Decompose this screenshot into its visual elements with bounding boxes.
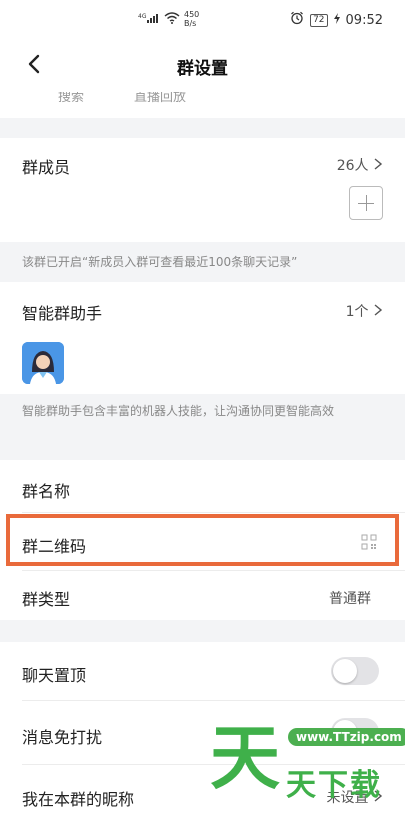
members-label: 群成员 bbox=[22, 158, 71, 177]
battery-icon: 72 bbox=[310, 13, 328, 27]
svg-text:4G: 4G bbox=[138, 13, 147, 20]
assistant-count[interactable]: 1个 bbox=[346, 301, 383, 321]
status-bar: 4G 450 B/s 72 09:52 bbox=[0, 0, 405, 40]
partial-row-left: 搜索 bbox=[58, 92, 85, 105]
group-type-value: 普通群 bbox=[329, 591, 371, 607]
page-title: 群设置 bbox=[177, 59, 228, 79]
divider bbox=[22, 512, 405, 513]
chevron-right-icon bbox=[373, 304, 383, 320]
net-speed: 450 B/s bbox=[184, 10, 199, 28]
pin-chat-row[interactable]: 聊天置顶 bbox=[0, 642, 405, 700]
watermark-url: www.TTzip.com bbox=[288, 728, 405, 746]
status-right: 72 09:52 bbox=[290, 11, 383, 29]
watermark-big-char: 天 bbox=[210, 717, 280, 799]
signal-icon: 4G bbox=[138, 12, 160, 27]
highlight-box bbox=[6, 514, 399, 566]
assistant-avatar[interactable] bbox=[22, 342, 64, 384]
divider bbox=[22, 700, 405, 701]
pin-chat-label: 聊天置顶 bbox=[22, 666, 87, 685]
assistant-note: 智能群助手包含丰富的机器人技能，让沟通协同更智能高效 bbox=[0, 398, 405, 444]
watermark: 天 www.TTzip.com 天下载 bbox=[210, 718, 405, 814]
members-note: 该群已开启“新成员入群可查看最近100条聊天记录” bbox=[0, 248, 405, 278]
add-member-button[interactable] bbox=[349, 186, 383, 220]
net-speed-value: 450 bbox=[184, 10, 200, 19]
group-name-label: 群名称 bbox=[22, 482, 71, 501]
group-type-label: 群类型 bbox=[22, 590, 71, 609]
members-section[interactable]: 群成员 26人 bbox=[0, 138, 405, 242]
status-left: 4G 450 B/s bbox=[138, 10, 199, 28]
divider bbox=[22, 570, 405, 571]
mute-label: 消息免打扰 bbox=[22, 728, 103, 747]
pin-chat-toggle[interactable] bbox=[331, 657, 379, 685]
members-count-value: 26人 bbox=[336, 158, 369, 174]
net-speed-unit: B/s bbox=[184, 19, 197, 28]
clock: 09:52 bbox=[345, 12, 383, 28]
members-count[interactable]: 26人 bbox=[337, 155, 383, 175]
nav-bar: 群设置 bbox=[0, 40, 405, 92]
alarm-icon bbox=[290, 11, 304, 29]
wifi-icon bbox=[164, 11, 180, 27]
watermark-text: 天下载 bbox=[286, 768, 382, 803]
assistant-label: 智能群助手 bbox=[22, 304, 103, 323]
assistant-count-value: 1个 bbox=[345, 304, 369, 320]
partial-row[interactable]: 搜索 直播回放 bbox=[0, 92, 405, 118]
group-type-row[interactable]: 群类型 普通群 bbox=[0, 572, 405, 620]
chevron-right-icon bbox=[373, 158, 383, 174]
toggle-knob bbox=[333, 659, 357, 683]
charging-icon bbox=[333, 12, 340, 28]
group-name-row[interactable]: 群名称 bbox=[0, 460, 405, 512]
partial-row-right: 直播回放 bbox=[134, 92, 187, 105]
nickname-label: 我在本群的昵称 bbox=[22, 790, 135, 809]
